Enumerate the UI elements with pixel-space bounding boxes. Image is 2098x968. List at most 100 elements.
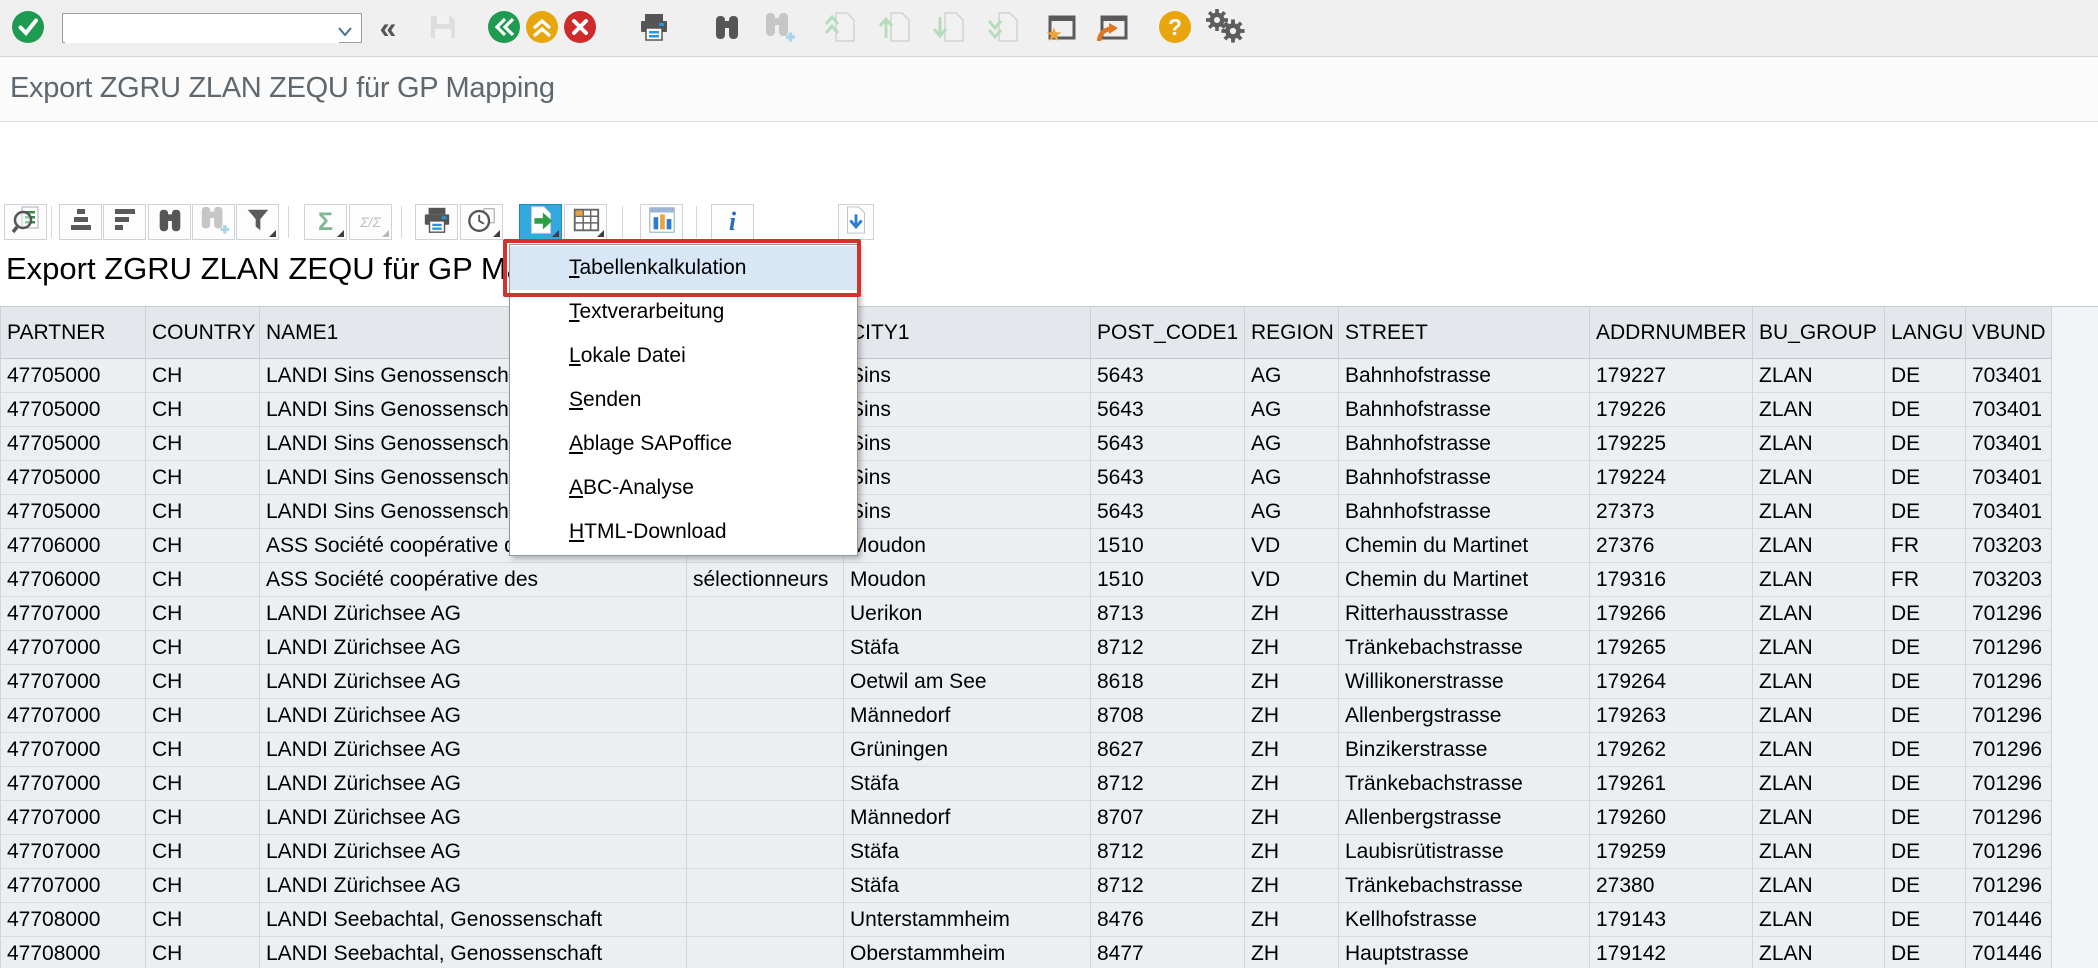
cell-addrnumber[interactable]: 179262 [1590,733,1753,767]
cell-post-code1[interactable]: 5643 [1091,393,1245,427]
new-session-button[interactable] [1042,10,1080,48]
cell-langu[interactable]: DE [1885,427,1966,461]
cell-langu[interactable]: DE [1885,835,1966,869]
cell-addrnumber[interactable]: 179142 [1590,937,1753,968]
cell-country[interactable]: CH [146,767,260,801]
cell-street[interactable]: Allenbergstrasse [1339,801,1590,835]
cell-region[interactable]: AG [1245,427,1339,461]
cell-post-code1[interactable]: 8712 [1091,767,1245,801]
cell-region[interactable]: ZH [1245,801,1339,835]
cell-partner[interactable]: 47708000 [0,937,146,968]
cell-post-code1[interactable]: 5643 [1091,359,1245,393]
col-header-addrnumber[interactable]: ADDRNUMBER [1590,306,1753,359]
cell-post-code1[interactable]: 8712 [1091,869,1245,903]
chevron-down-icon[interactable] [337,24,353,42]
cell-region[interactable]: AG [1245,359,1339,393]
cell-vbund[interactable]: 701296 [1966,835,2052,869]
cell-langu[interactable]: DE [1885,597,1966,631]
cell-name1[interactable]: LANDI Zürichsee AG [260,835,687,869]
download-button[interactable] [838,204,874,240]
cell-post-code1[interactable]: 5643 [1091,461,1245,495]
cell-partner[interactable]: 47707000 [0,835,146,869]
cell-city1[interactable]: Sins [844,427,1091,461]
cell-name1[interactable]: LANDI Zürichsee AG [260,767,687,801]
cell-city1[interactable]: Moudon [844,563,1091,597]
cell-partner[interactable]: 47707000 [0,699,146,733]
col-header-country[interactable]: COUNTRY [146,306,260,359]
cell-addrnumber[interactable]: 179224 [1590,461,1753,495]
cell-region[interactable]: ZH [1245,665,1339,699]
cell-bu-group[interactable]: ZLAN [1753,597,1885,631]
cell-city1[interactable]: Grüningen [844,733,1091,767]
cell-country[interactable]: CH [146,903,260,937]
graphic-button[interactable] [640,204,683,240]
cell-addrnumber[interactable]: 179226 [1590,393,1753,427]
cell-vbund[interactable]: 703401 [1966,461,2052,495]
menu-item[interactable]: Ablage SAPoffice [510,422,857,466]
cell-post-code1[interactable]: 8712 [1091,835,1245,869]
cell-langu[interactable]: DE [1885,767,1966,801]
cell-city1[interactable]: Sins [844,495,1091,529]
help-button[interactable]: ? [1156,10,1194,48]
cell-country[interactable]: CH [146,427,260,461]
cell-region[interactable]: AG [1245,461,1339,495]
cell-bu-group[interactable]: ZLAN [1753,801,1885,835]
details-button[interactable] [4,204,47,240]
cell-bu-group[interactable]: ZLAN [1753,563,1885,597]
export-button[interactable] [519,204,562,240]
cell-langu[interactable]: DE [1885,631,1966,665]
cell-addrnumber[interactable]: 179264 [1590,665,1753,699]
back-button[interactable] [485,10,523,48]
cell-city1[interactable]: Stäfa [844,869,1091,903]
cell-langu[interactable]: DE [1885,733,1966,767]
cell-street[interactable]: Tränkebachstrasse [1339,631,1590,665]
cell-langu[interactable]: DE [1885,937,1966,968]
cell-post-code1[interactable]: 8708 [1091,699,1245,733]
cell-vbund[interactable]: 701446 [1966,903,2052,937]
cell-street[interactable]: Chemin du Martinet [1339,563,1590,597]
cell-post-code1[interactable]: 5643 [1091,427,1245,461]
cell-post-code1[interactable]: 8476 [1091,903,1245,937]
cell-partner[interactable]: 47707000 [0,767,146,801]
cell-city1[interactable]: Uerikon [844,597,1091,631]
cell-vbund[interactable]: 703401 [1966,495,2052,529]
cell-region[interactable]: VD [1245,529,1339,563]
cell-partner[interactable]: 47707000 [0,801,146,835]
cell-region[interactable]: AG [1245,393,1339,427]
cell-vbund[interactable]: 701296 [1966,733,2052,767]
cell-country[interactable]: CH [146,359,260,393]
cell-partner[interactable]: 47707000 [0,597,146,631]
cell-region[interactable]: VD [1245,563,1339,597]
cell-name2[interactable] [687,801,844,835]
cell-post-code1[interactable]: 8618 [1091,665,1245,699]
enter-button[interactable] [9,10,47,48]
cell-bu-group[interactable]: ZLAN [1753,937,1885,968]
cell-partner[interactable]: 47705000 [0,495,146,529]
cell-region[interactable]: ZH [1245,937,1339,968]
cell-country[interactable]: CH [146,461,260,495]
cell-addrnumber[interactable]: 179261 [1590,767,1753,801]
cell-street[interactable]: Hauptstrasse [1339,937,1590,968]
cell-city1[interactable]: Oetwil am See [844,665,1091,699]
cell-partner[interactable]: 47705000 [0,393,146,427]
find-button-alv[interactable] [148,204,191,240]
cell-bu-group[interactable]: ZLAN [1753,835,1885,869]
cell-name2[interactable] [687,767,844,801]
menu-item[interactable]: Tabellenkalkulation [510,246,857,290]
cell-street[interactable]: Allenbergstrasse [1339,699,1590,733]
cell-langu[interactable]: DE [1885,903,1966,937]
menu-item[interactable]: Textverarbeitung [510,290,857,334]
cell-name1[interactable]: LANDI Zürichsee AG [260,665,687,699]
cell-addrnumber[interactable]: 27376 [1590,529,1753,563]
cell-city1[interactable]: Moudon [844,529,1091,563]
cell-partner[interactable]: 47706000 [0,563,146,597]
menu-item[interactable]: HTML-Download [510,510,857,554]
cell-city1[interactable]: Sins [844,393,1091,427]
cell-street[interactable]: Bahnhofstrasse [1339,393,1590,427]
cell-city1[interactable]: Stäfa [844,631,1091,665]
cell-region[interactable]: ZH [1245,903,1339,937]
info-button[interactable]: i [711,204,754,240]
col-header-bu-group[interactable]: BU_GROUP [1753,306,1885,359]
cell-name1[interactable]: LANDI Zürichsee AG [260,631,687,665]
cell-region[interactable]: ZH [1245,767,1339,801]
